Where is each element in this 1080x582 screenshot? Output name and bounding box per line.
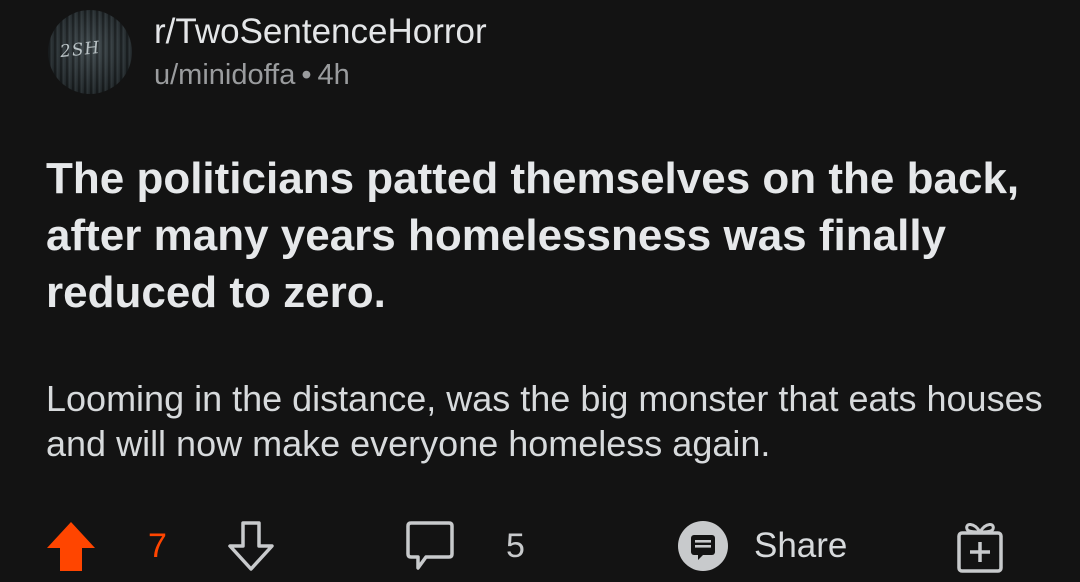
post-meta: r/TwoSentenceHorror u/minidoffa • 4h bbox=[154, 10, 487, 94]
share-label: Share bbox=[754, 526, 848, 565]
subreddit-avatar[interactable]: 2SH bbox=[48, 10, 132, 94]
subreddit-name[interactable]: r/TwoSentenceHorror bbox=[154, 10, 487, 54]
byline-separator: • bbox=[301, 59, 312, 91]
vote-count: 7 bbox=[148, 526, 167, 565]
avatar-logo-text: 2SH bbox=[59, 37, 102, 63]
downvote-arrow-icon bbox=[224, 518, 278, 574]
comment-count: 5 bbox=[506, 526, 525, 565]
post-age: 4h bbox=[317, 59, 350, 91]
downvote-button[interactable] bbox=[224, 510, 278, 582]
vote-score: 7 bbox=[148, 510, 167, 582]
gift-icon bbox=[950, 516, 1010, 576]
upvote-arrow-icon bbox=[44, 518, 98, 574]
comments-button[interactable]: 5 bbox=[402, 510, 525, 582]
share-button[interactable]: Share bbox=[676, 510, 847, 582]
post-body[interactable]: Looming in the distance, was the big mon… bbox=[46, 376, 1046, 466]
post-byline: u/minidoffa • 4h bbox=[154, 56, 487, 94]
award-button[interactable] bbox=[950, 510, 1010, 582]
share-icon bbox=[676, 519, 730, 573]
post-card: 2SH r/TwoSentenceHorror u/minidoffa • 4h T… bbox=[0, 0, 1080, 582]
post-header: 2SH r/TwoSentenceHorror u/minidoffa • 4h bbox=[48, 6, 487, 98]
post-title[interactable]: The politicians patted themselves on the… bbox=[46, 150, 1046, 321]
author-username[interactable]: u/minidoffa bbox=[154, 59, 295, 91]
action-bar: 7 5 Share bbox=[0, 510, 1080, 582]
comment-bubble-icon bbox=[402, 518, 458, 574]
upvote-button[interactable] bbox=[44, 510, 98, 582]
